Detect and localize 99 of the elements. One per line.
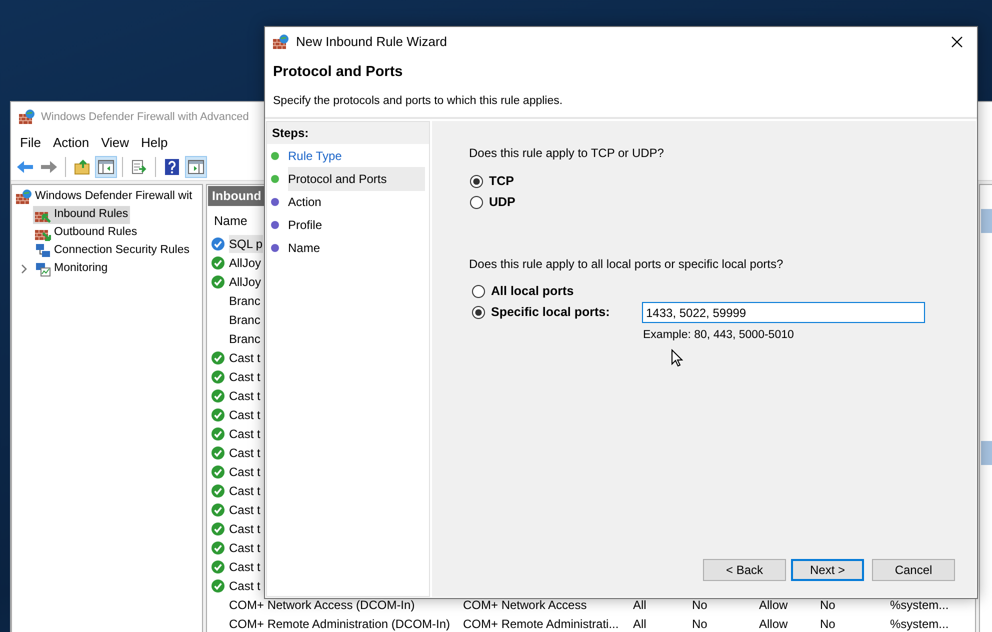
radio-button[interactable] — [472, 306, 485, 319]
wizard-button[interactable]: Next > — [791, 559, 864, 581]
check-icon — [211, 578, 225, 592]
step-item: Protocol and Ports — [288, 166, 425, 190]
steps-heading: Steps: — [267, 122, 429, 144]
table-cell-text: COM+ Network Access (DCOM-In) — [229, 596, 416, 614]
wizard-button[interactable]: < Back — [703, 559, 786, 581]
table-cell-text: AllJoy — [229, 274, 262, 290]
table-cell-text: Branc — [229, 312, 260, 328]
radio-button[interactable] — [472, 285, 485, 298]
table-cell-text: All — [633, 596, 648, 614]
check-icon — [211, 560, 225, 574]
tree-item[interactable]: Connection Security Rules — [33, 242, 192, 260]
column-header[interactable]: Name — [208, 206, 248, 234]
menu-item[interactable]: Help — [135, 133, 174, 153]
computers-icon — [35, 243, 51, 259]
console-tree-icon[interactable] — [98, 160, 114, 174]
step-item: Name — [288, 240, 320, 256]
action-pane-icon[interactable] — [188, 160, 204, 174]
monitor-icon — [35, 261, 51, 277]
check-icon — [211, 502, 225, 516]
table-cell-text: Cast t — [229, 502, 260, 518]
table-cell-text: Cast t — [229, 444, 260, 462]
forward-icon[interactable] — [40, 160, 58, 174]
table-cell-text: Cast t — [229, 426, 260, 442]
tree-item[interactable]: Inbound Rules — [33, 206, 130, 224]
mouse-pointer-icon — [671, 349, 683, 367]
radio-label[interactable]: Specific local ports: — [491, 303, 636, 322]
table-cell-text: %system... — [890, 616, 950, 632]
page-subtitle: Specify the protocols and ports to which this rule applies. — [273, 94, 564, 109]
firewall-icon — [16, 189, 32, 205]
close-icon — [951, 36, 963, 48]
firewall-icon — [19, 109, 35, 125]
check-icon — [211, 350, 225, 364]
wizard-button[interactable]: Cancel — [872, 559, 955, 581]
back-icon[interactable] — [16, 160, 34, 174]
radio-label[interactable]: UDP — [489, 193, 516, 212]
table-cell-text: Cast t — [229, 578, 260, 594]
table-cell-text: No — [692, 616, 708, 632]
menu-item[interactable]: File — [14, 133, 47, 153]
toolbar-button[interactable] — [95, 156, 117, 178]
step-item[interactable]: Rule Type — [288, 144, 342, 166]
table-cell-text: Cast t — [229, 350, 260, 366]
table-cell-text: COM+ Network Access — [463, 596, 588, 614]
expander-icon[interactable] — [19, 264, 29, 274]
check-icon — [211, 484, 225, 498]
table-cell: SQL p — [229, 234, 263, 252]
question-text: Does this rule apply to TCP or UDP? — [469, 145, 665, 162]
table-cell-text: COM+ Remote Administration (DCOM-In) — [229, 616, 452, 632]
radio-button[interactable] — [470, 196, 483, 209]
check-icon — [211, 274, 225, 288]
table-cell-text: Cast t — [229, 406, 260, 424]
check-icon — [211, 388, 225, 402]
window-title: Windows Defender Firewall with Advanced — [41, 110, 249, 125]
check-icon — [211, 522, 225, 536]
table-cell-text: Cast t — [229, 464, 260, 480]
firewall-icon — [273, 34, 289, 50]
tree-item[interactable]: Outbound Rules — [33, 224, 140, 242]
table-cell-text: Branc — [229, 330, 260, 348]
step-item: Profile — [288, 216, 322, 234]
table-cell-text: Allow — [759, 616, 789, 632]
table-cell-text: Cast t — [229, 520, 260, 538]
step-item: Action — [288, 194, 322, 210]
table-cell-text: Cast t — [229, 540, 260, 556]
help-icon[interactable] — [165, 159, 179, 175]
radio-button[interactable] — [470, 175, 483, 188]
check-icon — [211, 408, 225, 422]
table-cell-text: %system... — [890, 596, 950, 614]
page-heading: Protocol and Ports — [273, 63, 404, 82]
check-icon — [211, 426, 225, 440]
table-cell-text: All — [633, 616, 648, 632]
check-icon — [211, 256, 225, 270]
radio-label[interactable]: TCP — [489, 172, 514, 191]
table-cell-text: Cast t — [229, 368, 260, 386]
table-cell-text: Cast t — [229, 482, 260, 500]
tree-item[interactable]: Windows Defender Firewall wit — [14, 188, 194, 206]
table-cell-text: No — [820, 596, 836, 614]
menu-item[interactable]: View — [95, 133, 136, 153]
menu-item[interactable]: Action — [46, 133, 96, 153]
table-cell-text: Allow — [759, 596, 789, 614]
toolbar-button[interactable] — [185, 156, 207, 178]
check-icon — [211, 464, 225, 478]
example-text: Example: 80, 443, 5000-5010 — [643, 328, 795, 343]
table-cell-text: No — [820, 616, 836, 632]
port-field[interactable]: 1433, 5022, 59999 — [642, 302, 925, 323]
window-title: New Inbound Rule Wizard — [296, 32, 448, 51]
table-cell-text: Branc — [229, 292, 260, 310]
question-text: Does this rule apply to all local ports or specific local ports? — [469, 256, 784, 273]
table-cell-text: Cast t — [229, 558, 260, 576]
table-cell-text: No — [692, 596, 708, 614]
table-cell-text: COM+ Remote Administrati... — [463, 616, 620, 632]
check-icon — [211, 236, 225, 250]
radio-label[interactable]: All local ports — [491, 282, 574, 301]
check-icon — [211, 370, 225, 384]
tree-item[interactable]: Monitoring — [33, 260, 110, 278]
table-cell-text: AllJoy — [229, 254, 262, 272]
check-icon — [211, 540, 225, 554]
check-icon — [211, 446, 225, 460]
table-cell-text: Cast t — [229, 388, 260, 404]
